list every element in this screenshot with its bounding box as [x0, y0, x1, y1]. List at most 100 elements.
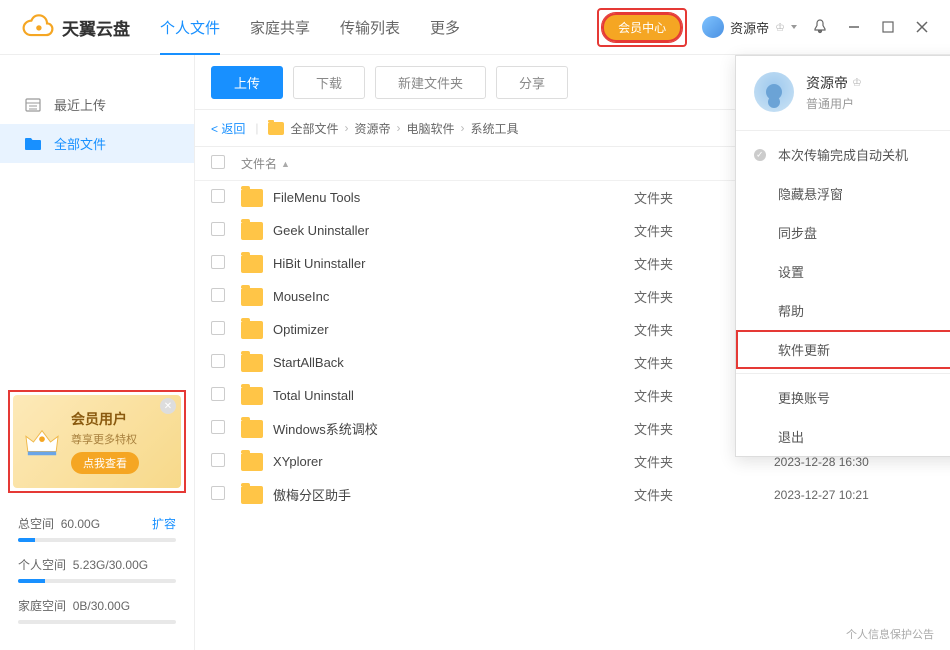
file-name: Windows系统调校	[273, 419, 378, 438]
nav-tab-personal[interactable]: 个人文件	[160, 0, 220, 54]
file-date: 2023-12-27 10:21	[774, 488, 934, 502]
folder-icon	[241, 354, 263, 372]
folder-icon	[268, 122, 284, 135]
dropdown-item-label: 退出	[778, 427, 804, 446]
sidebar-item-all-files[interactable]: 全部文件	[0, 124, 194, 163]
folder-icon	[241, 222, 263, 240]
row-checkbox[interactable]	[211, 222, 225, 236]
divider	[736, 130, 950, 131]
file-name: Geek Uninstaller	[273, 223, 369, 238]
minimize-icon[interactable]	[846, 19, 862, 35]
cloud-logo-icon	[20, 14, 56, 40]
row-checkbox[interactable]	[211, 255, 225, 269]
crown-large-icon	[23, 425, 61, 459]
promo-subtitle: 尊享更多特权	[71, 431, 171, 447]
avatar-icon	[754, 72, 794, 112]
maximize-icon[interactable]	[880, 19, 896, 35]
vip-promo-card[interactable]: ✕ 会员用户 尊享更多特权 点我查看	[8, 390, 186, 493]
dropdown-user-section: 资源帝 ♔ 普通用户	[736, 56, 950, 126]
privacy-notice[interactable]: 个人信息保护公告	[846, 626, 934, 642]
sidebar-item-label: 最近上传	[54, 95, 106, 114]
table-row[interactable]: 傲梅分区助手 文件夹2023-12-27 10:21	[195, 478, 950, 511]
dropdown-item-label: 本次传输完成自动关机	[778, 145, 908, 164]
breadcrumb-part[interactable]: 全部文件	[290, 120, 338, 137]
dropdown-item[interactable]: 软件更新	[736, 330, 950, 369]
file-name: HiBit Uninstaller	[273, 256, 365, 271]
folder-icon	[241, 486, 263, 504]
storage-family-label: 家庭空间	[18, 599, 66, 613]
row-checkbox[interactable]	[211, 288, 225, 302]
new-folder-button[interactable]: 新建文件夹	[375, 66, 486, 99]
dropdown-username: 资源帝 ♔	[806, 73, 862, 93]
storage-total-bar	[18, 538, 176, 542]
row-checkbox[interactable]	[211, 453, 225, 467]
row-checkbox[interactable]	[211, 321, 225, 335]
row-checkbox[interactable]	[211, 420, 225, 434]
file-name: 傲梅分区助手	[273, 485, 351, 504]
user-menu-trigger[interactable]: 资源帝 ♔	[702, 16, 797, 38]
sidebar-item-recent[interactable]: 最近上传	[0, 85, 194, 124]
dropdown-item-label: 隐藏悬浮窗	[778, 184, 843, 203]
dropdown-item-label: 更换账号	[778, 388, 830, 407]
recent-icon	[24, 97, 42, 113]
storage-expand-link[interactable]: 扩容	[152, 515, 176, 532]
dropdown-item-label: 软件更新	[778, 340, 830, 359]
chevron-down-icon	[791, 25, 797, 29]
app-logo[interactable]: 天翼云盘	[20, 14, 130, 40]
file-name: Optimizer	[273, 322, 329, 337]
nav-tab-transfer[interactable]: 传输列表	[340, 0, 400, 54]
file-name: StartAllBack	[273, 355, 344, 370]
row-checkbox[interactable]	[211, 387, 225, 401]
nav-tab-family[interactable]: 家庭共享	[250, 0, 310, 54]
dropdown-item[interactable]: 设置	[736, 252, 950, 291]
folder-icon	[241, 387, 263, 405]
app-header: 天翼云盘 个人文件 家庭共享 传输列表 更多 会员中心 资源帝 ♔	[0, 0, 950, 55]
file-type: 文件夹	[634, 485, 774, 504]
dropdown-item-label: 同步盘	[778, 223, 817, 242]
vip-center-button[interactable]: 会员中心	[602, 13, 682, 42]
storage-panel: 总空间 60.00G 扩容 个人空间 5.23G/30.00G 家庭空间 0B/…	[0, 503, 194, 650]
nav-tabs: 个人文件 家庭共享 传输列表 更多	[160, 0, 460, 54]
dropdown-item[interactable]: 更换账号	[736, 378, 950, 417]
storage-personal-value: 5.23G/30.00G	[73, 558, 148, 572]
column-name[interactable]: 文件名 ▲	[241, 155, 634, 172]
dropdown-item-label: 设置	[778, 262, 804, 281]
dropdown-item[interactable]: 退出	[736, 417, 950, 456]
avatar-icon	[702, 16, 724, 38]
download-button[interactable]: 下载	[293, 66, 365, 99]
header-username: 资源帝	[730, 18, 769, 37]
file-name: MouseInc	[273, 289, 329, 304]
window-controls	[812, 19, 930, 35]
promo-button[interactable]: 点我查看	[71, 452, 139, 474]
user-dropdown-menu: 资源帝 ♔ 普通用户 本次传输完成自动关机隐藏悬浮窗同步盘设置帮助▶ 软件更新更换…	[735, 55, 950, 457]
sidebar-item-label: 全部文件	[54, 134, 106, 153]
dropdown-item[interactable]: 本次传输完成自动关机	[736, 135, 950, 174]
folder-icon	[241, 255, 263, 273]
promo-close-icon[interactable]: ✕	[160, 398, 176, 414]
folder-icon	[241, 288, 263, 306]
close-icon[interactable]	[914, 19, 930, 35]
storage-family-bar	[18, 620, 176, 624]
promo-title: 会员用户	[71, 409, 171, 429]
file-name: FileMenu Tools	[273, 190, 360, 205]
storage-personal-label: 个人空间	[18, 558, 66, 572]
share-button[interactable]: 分享	[496, 66, 568, 99]
breadcrumb-back[interactable]: < 返回	[211, 120, 245, 137]
breadcrumb-part[interactable]: 资源帝	[355, 120, 391, 137]
row-checkbox[interactable]	[211, 189, 225, 203]
bell-icon[interactable]	[812, 19, 828, 35]
upload-button[interactable]: 上传	[211, 66, 283, 99]
select-all-checkbox[interactable]	[211, 155, 225, 169]
row-checkbox[interactable]	[211, 354, 225, 368]
folder-icon	[241, 189, 263, 207]
dropdown-item[interactable]: 帮助▶	[736, 291, 950, 330]
nav-tab-more[interactable]: 更多	[430, 0, 460, 54]
breadcrumb-part[interactable]: 电脑软件	[407, 120, 455, 137]
breadcrumb-part[interactable]: 系统工具	[471, 120, 519, 137]
storage-personal-bar	[18, 579, 176, 583]
row-checkbox[interactable]	[211, 486, 225, 500]
dropdown-item[interactable]: 同步盘	[736, 213, 950, 252]
dropdown-usertype: 普通用户	[806, 95, 862, 112]
dropdown-item[interactable]: 隐藏悬浮窗	[736, 174, 950, 213]
crown-icon: ♔	[852, 76, 862, 89]
